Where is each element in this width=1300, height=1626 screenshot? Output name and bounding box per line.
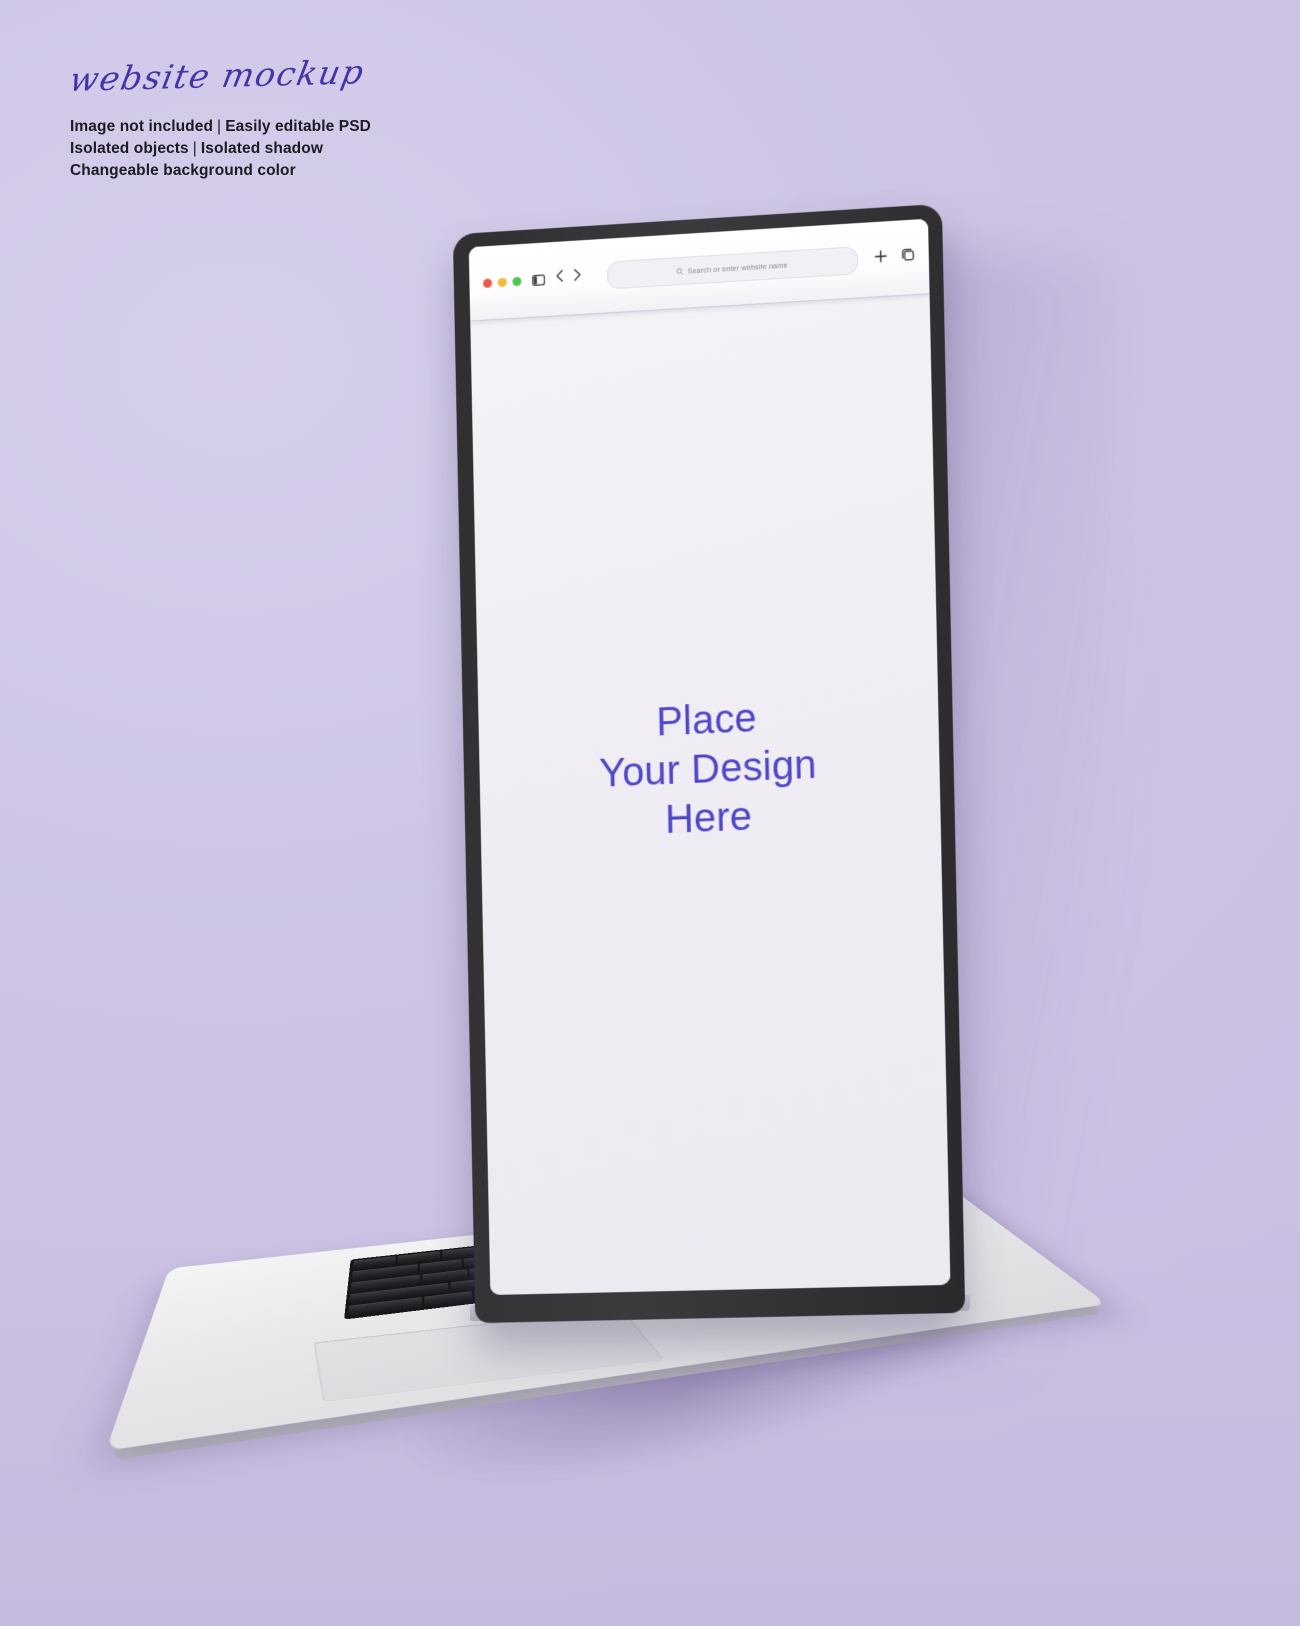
copy-tabs-icon[interactable] (901, 248, 915, 267)
close-window-button[interactable] (483, 278, 493, 288)
window-traffic-lights[interactable] (483, 276, 522, 288)
address-bar-placeholder: Search or enter website name (687, 260, 788, 276)
page-canvas: Place Your Design Here (470, 293, 950, 1295)
address-bar[interactable]: Search or enter website name (606, 246, 859, 290)
laptop-lid: Search or enter website name Place Your … (452, 203, 966, 1324)
display-screen: Search or enter website name Place Your … (468, 218, 951, 1296)
toolbar-right-actions[interactable] (874, 248, 915, 269)
chevron-left-icon[interactable] (556, 269, 564, 287)
laptop-device: Search or enter website name Place Your … (0, 0, 1300, 1626)
placeholder-line-3: Here (664, 794, 753, 843)
search-icon (677, 262, 685, 280)
sidebar-icon[interactable] (532, 274, 545, 286)
navigation-arrows[interactable] (556, 268, 582, 287)
chevron-right-icon[interactable] (573, 268, 581, 286)
mockup-scene: website mockup Image not included | Easily… (0, 0, 1300, 1626)
plus-icon[interactable] (874, 249, 887, 268)
design-placeholder-text: Place Your Design Here (598, 692, 819, 849)
placeholder-line-2: Your Design (598, 742, 818, 796)
browser-window: Search or enter website name Place Your … (468, 218, 951, 1296)
minimize-window-button[interactable] (497, 277, 507, 287)
maximize-window-button[interactable] (512, 276, 522, 286)
